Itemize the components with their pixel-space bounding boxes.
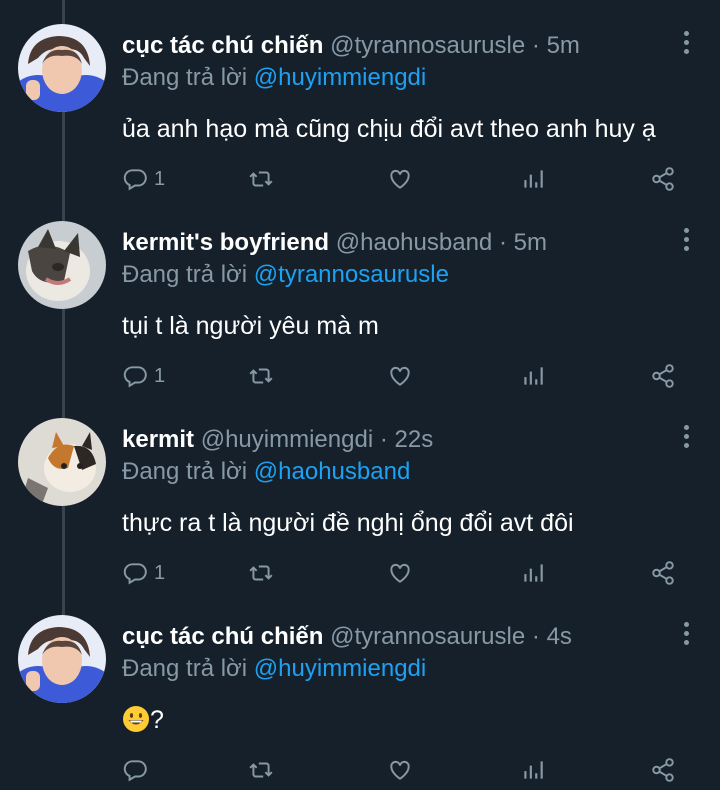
reply-button[interactable]: 1 — [122, 164, 165, 194]
retweet-button[interactable] — [248, 361, 274, 391]
share-icon — [652, 364, 674, 388]
avatar[interactable] — [18, 418, 106, 506]
tweet-text: tụi t là người yêu mà m — [122, 312, 379, 340]
reply-icon — [123, 366, 147, 388]
like-icon — [390, 760, 410, 780]
display-name[interactable]: cục tác chú chiến — [122, 32, 323, 59]
like-button[interactable] — [387, 164, 413, 194]
like-button[interactable] — [387, 558, 413, 588]
separator: · — [531, 32, 540, 59]
tweet[interactable]: kermit @huyimmiengdi · 22s Đang trả lời … — [0, 394, 720, 591]
grinning-face-emoji — [123, 706, 149, 732]
replying-to: Đang trả lời @huyimmiengdi — [122, 63, 426, 93]
retweet-button[interactable] — [248, 164, 274, 194]
avatar[interactable] — [18, 24, 106, 112]
reply-button[interactable]: 1 — [122, 558, 165, 588]
share-button[interactable] — [650, 558, 676, 588]
replying-to-link[interactable]: @haohusband — [254, 458, 411, 485]
replying-to-label: Đang trả lời — [122, 458, 248, 485]
analytics-button[interactable] — [520, 361, 546, 391]
reply-icon — [123, 760, 147, 782]
reply-button[interactable] — [122, 755, 154, 785]
retweet-icon — [249, 565, 273, 581]
tweet-header: cục tác chú chiến @tyrannosaurusle · 5m — [122, 31, 580, 61]
action-bar: 1 — [122, 558, 682, 588]
more-icon[interactable] — [682, 31, 690, 57]
tweet-text: ủa anh hạo mà cũng chịu đổi avt theo anh… — [122, 115, 656, 143]
handle[interactable]: @huyimmiengdi — [201, 426, 373, 453]
share-icon — [652, 561, 674, 585]
retweet-icon — [249, 368, 273, 384]
avatar[interactable] — [18, 615, 106, 703]
reply-button[interactable]: 1 — [122, 361, 165, 391]
share-icon — [652, 167, 674, 191]
handle[interactable]: @tyrannosaurusle — [330, 623, 525, 650]
reply-count: 1 — [154, 364, 166, 387]
replying-to-label: Đang trả lời — [122, 261, 248, 288]
like-icon — [390, 366, 410, 386]
reply-icon — [123, 169, 147, 191]
replying-to-link[interactable]: @huyimmiengdi — [254, 655, 426, 682]
reply-icon — [123, 563, 147, 585]
separator: · — [379, 426, 388, 453]
reply-count: 1 — [154, 561, 166, 584]
analytics-icon — [524, 564, 543, 582]
handle[interactable]: @haohusband — [336, 229, 493, 256]
like-button[interactable] — [387, 361, 413, 391]
retweet-button[interactable] — [248, 755, 274, 785]
tweet-header: kermit @huyimmiengdi · 22s — [122, 425, 433, 455]
display-name[interactable]: kermit's boyfriend — [122, 229, 329, 256]
replying-to: Đang trả lời @haohusband — [122, 457, 410, 487]
analytics-button[interactable] — [520, 164, 546, 194]
analytics-button[interactable] — [520, 755, 546, 785]
timestamp[interactable]: 4s — [547, 623, 572, 650]
retweet-icon — [249, 762, 273, 778]
like-button[interactable] — [387, 755, 413, 785]
tweet-text: ? — [122, 704, 164, 736]
tweet[interactable]: cục tác chú chiến @tyrannosaurusle · 4s … — [0, 591, 720, 788]
avatar[interactable] — [18, 221, 106, 309]
replying-to: Đang trả lời @tyrannosaurusle — [122, 260, 449, 290]
share-button[interactable] — [650, 164, 676, 194]
analytics-icon — [524, 170, 543, 188]
share-icon — [652, 758, 674, 782]
timestamp[interactable]: 5m — [547, 32, 580, 59]
share-button[interactable] — [650, 755, 676, 785]
like-icon — [390, 169, 410, 189]
timestamp[interactable]: 5m — [514, 229, 547, 256]
like-icon — [390, 563, 410, 583]
more-icon[interactable] — [682, 622, 690, 648]
action-bar — [122, 755, 682, 785]
handle[interactable]: @tyrannosaurusle — [330, 32, 525, 59]
tweet-header: kermit's boyfriend @haohusband · 5m — [122, 228, 547, 258]
separator: · — [531, 623, 540, 650]
analytics-icon — [524, 367, 543, 385]
retweet-button[interactable] — [248, 558, 274, 588]
tweet-text: thực ra t là người đề nghị ổng đổi avt đ… — [122, 509, 574, 537]
display-name[interactable]: kermit — [122, 426, 194, 453]
share-button[interactable] — [650, 361, 676, 391]
tweet[interactable]: kermit's boyfriend @haohusband · 5m Đang… — [0, 197, 720, 394]
more-icon[interactable] — [682, 228, 690, 254]
replying-to-label: Đang trả lời — [122, 64, 248, 91]
more-icon[interactable] — [682, 425, 690, 451]
analytics-button[interactable] — [520, 558, 546, 588]
replying-to-link[interactable]: @tyrannosaurusle — [254, 261, 449, 288]
replying-to-link[interactable]: @huyimmiengdi — [254, 64, 426, 91]
timestamp[interactable]: 22s — [395, 426, 434, 453]
tweet[interactable]: cục tác chú chiến @tyrannosaurusle · 5m … — [0, 0, 720, 197]
action-bar: 1 — [122, 164, 682, 194]
analytics-icon — [524, 761, 543, 779]
separator: · — [498, 229, 507, 256]
replying-to: Đang trả lời @huyimmiengdi — [122, 654, 426, 684]
display-name[interactable]: cục tác chú chiến — [122, 623, 323, 650]
action-bar: 1 — [122, 361, 682, 391]
tweet-text-content: ? — [150, 706, 164, 734]
reply-count: 1 — [154, 167, 166, 190]
replying-to-label: Đang trả lời — [122, 655, 248, 682]
retweet-icon — [249, 171, 273, 187]
tweet-header: cục tác chú chiến @tyrannosaurusle · 4s — [122, 622, 572, 652]
